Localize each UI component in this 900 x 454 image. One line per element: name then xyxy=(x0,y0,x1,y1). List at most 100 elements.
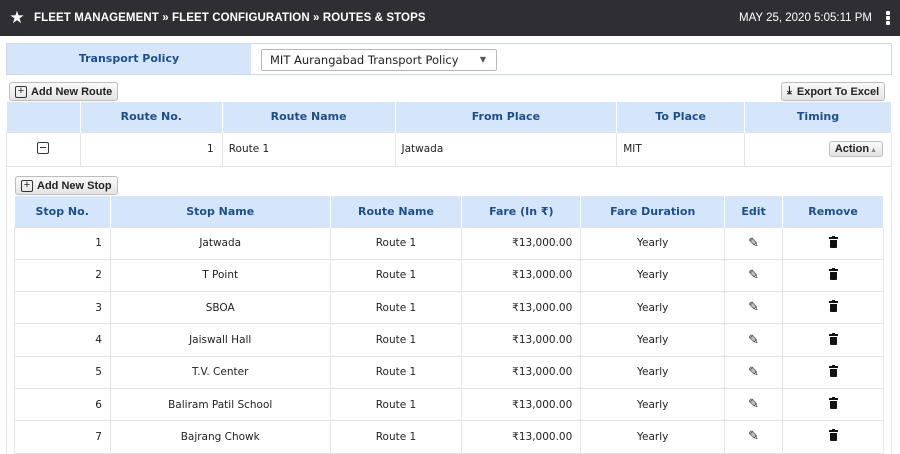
stop-table: Stop No. Stop Name Route Name Fare (In ₹… xyxy=(14,196,884,454)
stop-row: 6 Baliram Patil School Route 1 ₹13,000.00 Ye… xyxy=(14,387,884,422)
route-column-timing: Timing xyxy=(744,102,892,132)
stop-name-cell: Jatwada xyxy=(109,226,331,260)
stop-name-cell: T Point xyxy=(109,258,331,293)
remove-cell xyxy=(782,323,884,357)
breadcrumb: FLEET MANAGEMENT » FLEET CONFIGURATION »… xyxy=(34,12,426,24)
stop-name-cell: SBOA xyxy=(109,291,331,325)
trash-icon[interactable] xyxy=(828,364,838,377)
stop-row: 4 Jaiswall Hall Route 1 ₹13,000.00 Yearly ✎ xyxy=(14,323,884,357)
to-place-cell: MIT xyxy=(616,131,746,167)
stop-duration-cell: Yearly xyxy=(580,258,726,293)
stop-name-cell: Jaiswall Hall xyxy=(109,323,331,357)
pencil-icon[interactable]: ✎ xyxy=(748,333,759,348)
stop-route-cell: Route 1 xyxy=(329,387,463,422)
route-column-expand xyxy=(6,102,81,132)
stop-route-cell: Route 1 xyxy=(329,258,463,293)
stop-column-remove: Remove xyxy=(782,196,884,227)
pencil-icon[interactable]: ✎ xyxy=(748,429,759,444)
remove-cell xyxy=(782,387,884,422)
stop-row: 3 SBOA Route 1 ₹13,000.00 Yearly ✎ xyxy=(14,291,884,325)
trash-icon[interactable] xyxy=(828,397,838,410)
stop-route-cell: Route 1 xyxy=(329,226,463,260)
top-bar: ★ FLEET MANAGEMENT » FLEET CONFIGURATION… xyxy=(0,0,900,36)
stop-column-route-name: Route Name xyxy=(330,196,463,227)
stop-fare-cell: ₹13,000.00 xyxy=(461,387,582,422)
route-table: Route No. Route Name From Place To Place… xyxy=(6,102,892,167)
stop-name-cell: Bajrang Chowk xyxy=(109,420,331,454)
remove-cell xyxy=(782,226,884,260)
trash-icon[interactable] xyxy=(828,429,838,442)
stop-no-cell: 4 xyxy=(14,323,111,357)
plus-square-icon: + xyxy=(21,179,33,192)
action-label: Action xyxy=(834,143,870,155)
from-place-cell: Jatwada xyxy=(394,131,618,167)
export-to-excel-label: Export To Excel xyxy=(796,85,880,98)
minus-square-icon[interactable] xyxy=(37,141,50,154)
plus-square-icon: + xyxy=(15,85,27,98)
export-to-excel-button[interactable]: ⤓ Export To Excel xyxy=(781,82,886,101)
star-icon[interactable]: ★ xyxy=(0,0,34,36)
pencil-icon[interactable]: ✎ xyxy=(748,365,759,380)
stop-fare-cell: ₹13,000.00 xyxy=(461,420,582,454)
kebab-menu-icon[interactable] xyxy=(886,11,890,25)
remove-cell xyxy=(782,291,884,325)
transport-policy-value: MIT Aurangabad Transport Policy xyxy=(270,53,459,67)
route-column-from-place: From Place xyxy=(395,102,618,132)
stop-duration-cell: Yearly xyxy=(580,355,726,389)
stop-no-cell: 6 xyxy=(14,387,111,422)
pencil-icon[interactable]: ✎ xyxy=(748,236,759,251)
add-new-route-button[interactable]: + Add New Route xyxy=(9,82,119,101)
pencil-icon[interactable]: ✎ xyxy=(748,397,759,412)
edit-cell: ✎ xyxy=(724,420,784,454)
dropdown-arrow-icon: ▼ xyxy=(479,55,486,64)
stop-no-cell: 5 xyxy=(14,355,111,389)
edit-cell: ✎ xyxy=(724,291,784,325)
route-collapse-cell xyxy=(6,131,81,167)
route-no-cell: 1 xyxy=(79,131,223,167)
stop-no-cell: 3 xyxy=(14,291,111,325)
edit-cell: ✎ xyxy=(724,355,784,389)
route-table-header: Route No. Route Name From Place To Place… xyxy=(6,102,892,132)
stop-fare-cell: ₹13,000.00 xyxy=(461,291,582,325)
route-column-to-place: To Place xyxy=(616,102,746,132)
stop-name-cell: Baliram Patil School xyxy=(109,387,331,422)
stop-route-cell: Route 1 xyxy=(329,291,463,325)
stop-column-stop-no: Stop No. xyxy=(14,196,111,227)
edit-cell: ✎ xyxy=(724,387,784,422)
add-new-stop-button[interactable]: + Add New Stop xyxy=(15,176,118,195)
stop-row: 1 Jatwada Route 1 ₹13,000.00 Yearly ✎ xyxy=(14,226,884,260)
stop-column-fare-duration: Fare Duration xyxy=(580,196,726,227)
route-row: 1 Route 1 Jatwada MIT Action▲ xyxy=(6,131,892,167)
stop-table-header: Stop No. Stop Name Route Name Fare (In ₹… xyxy=(14,196,884,227)
add-new-stop-label: Add New Stop xyxy=(37,179,112,192)
stop-no-cell: 2 xyxy=(14,258,111,293)
stop-column-fare: Fare (In ₹) xyxy=(461,196,582,227)
transport-policy-select[interactable]: MIT Aurangabad Transport Policy ▼ xyxy=(261,49,497,71)
pencil-icon[interactable]: ✎ xyxy=(748,300,759,315)
stop-no-cell: 7 xyxy=(14,420,111,454)
stop-fare-cell: ₹13,000.00 xyxy=(461,258,582,293)
stop-fare-cell: ₹13,000.00 xyxy=(461,226,582,260)
pencil-icon[interactable]: ✎ xyxy=(748,268,759,283)
stop-name-cell: T.V. Center xyxy=(109,355,331,389)
stop-duration-cell: Yearly xyxy=(580,323,726,357)
stop-route-cell: Route 1 xyxy=(329,420,463,454)
stop-fare-cell: ₹13,000.00 xyxy=(461,323,582,357)
stop-route-cell: Route 1 xyxy=(329,323,463,357)
transport-policy-label: Transport Policy xyxy=(7,44,251,74)
stop-duration-cell: Yearly xyxy=(580,291,726,325)
stop-row: 5 T.V. Center Route 1 ₹13,000.00 Yearly ✎ xyxy=(14,355,884,389)
trash-icon[interactable] xyxy=(828,267,838,280)
action-button[interactable]: Action▲ xyxy=(828,141,883,157)
trash-icon[interactable] xyxy=(828,235,838,248)
trash-icon[interactable] xyxy=(828,300,838,313)
stop-column-stop-name: Stop Name xyxy=(110,196,331,227)
timing-cell: Action▲ xyxy=(744,131,892,167)
datetime-display: MAY 25, 2020 5:05:11 PM xyxy=(739,12,872,24)
stop-no-cell: 1 xyxy=(14,226,111,260)
trash-icon[interactable] xyxy=(828,332,838,345)
remove-cell xyxy=(782,355,884,389)
add-new-route-label: Add New Route xyxy=(31,85,113,98)
edit-cell: ✎ xyxy=(724,323,784,357)
stop-fare-cell: ₹13,000.00 xyxy=(461,355,582,389)
